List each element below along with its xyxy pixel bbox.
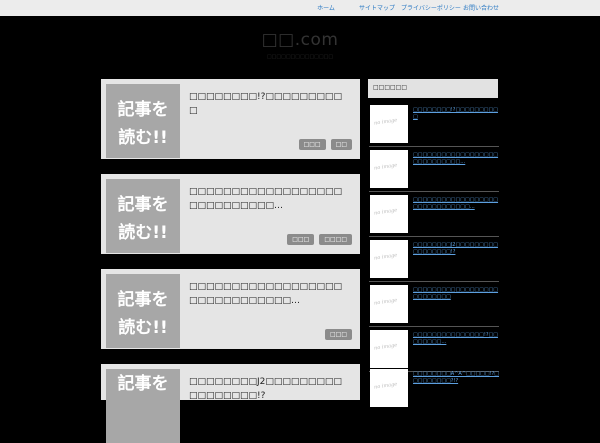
no-image-label: no image — [373, 117, 398, 127]
sidebar-heading-label: □□□□□□ — [373, 84, 408, 91]
sidebar-item-link[interactable]: □□□□□□□□□□□□□□□!?□□□□□□□□… — [413, 332, 499, 346]
sidebar-item[interactable]: no image □□□□□□□□J2□□□□□□□□□□□□□□□□□!? — [369, 237, 499, 282]
post-title[interactable]: □□□□□□□□□□□□□□□□□□□□□□□□□□□□… — [189, 185, 350, 213]
post-card[interactable]: 記事を 読む!! □□□□□□□□!?□□□□□□□□□□ □□□ □□ — [101, 79, 360, 159]
no-image-thumbnail[interactable]: no image — [370, 105, 408, 143]
post-title[interactable]: □□□□□□□□J2□□□□□□□□□□□□□□□□□!? — [189, 375, 350, 403]
tag-badge[interactable]: □□□□ — [319, 234, 352, 245]
post-card[interactable]: 記事を 読む!! □□□□□□□□□□□□□□□□□□□□□□□□□□□□… □… — [101, 174, 360, 254]
no-image-thumbnail[interactable]: no image — [370, 330, 408, 368]
nav-link-contact[interactable]: お問い合わせ — [463, 3, 499, 12]
thumbnail-text: 記事を — [117, 195, 169, 215]
sidebar-item[interactable]: no image □□□□□□□□□□□□□□□□□□□□□□□□□□□□… — [369, 147, 499, 192]
post-card[interactable]: 記事を □□□□□□□□J2□□□□□□□□□□□□□□□□□!? — [101, 364, 360, 443]
thumbnail-text: 読む!! — [118, 223, 168, 243]
tag-badge[interactable]: □□□ — [324, 329, 352, 340]
thumbnail-text: 記事を — [117, 374, 169, 394]
site-logo[interactable]: □□.com — [0, 30, 600, 50]
no-image-thumbnail[interactable]: no image — [370, 285, 408, 323]
no-image-thumbnail[interactable]: no image — [370, 150, 408, 188]
no-image-label: no image — [373, 162, 398, 172]
no-image-label: no image — [373, 381, 398, 391]
nav-link-sitemap[interactable]: サイトマップ — [359, 3, 395, 12]
sidebar-item-link[interactable]: □□□□□□□□A^A^□□□□□!?□□□□□□□□□?!? — [413, 371, 499, 385]
sidebar-item[interactable]: no image □□□□□□□□□□□□□□□□□□□□□□□□□□ — [369, 282, 499, 327]
sidebar-item-link[interactable]: □□□□□□□□□□□□□□□□□□□□□□□□□□□□□□… — [413, 197, 499, 211]
post-tags: □□□ — [324, 329, 352, 340]
sidebar-item-link[interactable]: □□□□□□□□J2□□□□□□□□□□□□□□□□□!? — [413, 242, 499, 256]
no-image-thumbnail[interactable]: no image — [370, 369, 408, 407]
no-image-label: no image — [373, 342, 398, 352]
sidebar-item[interactable]: no image □□□□□□□□A^A^□□□□□!?□□□□□□□□□?!? — [369, 366, 499, 407]
sidebar-item[interactable]: no image □□□□□□□□!?□□□□□□□□□□ — [369, 102, 499, 147]
thumbnail-text: 記事を — [117, 100, 169, 120]
read-more-thumbnail[interactable]: 記事を — [106, 369, 180, 443]
no-image-label: no image — [373, 207, 398, 217]
post-tags: □□□ □□ — [298, 139, 352, 150]
post-title[interactable]: □□□□□□□□!?□□□□□□□□□□ — [189, 90, 350, 118]
tag-badge[interactable]: □□ — [330, 139, 352, 150]
read-more-thumbnail[interactable]: 記事を 読む!! — [106, 274, 180, 348]
read-more-thumbnail[interactable]: 記事を 読む!! — [106, 179, 180, 253]
top-nav: ホーム サイトマップ プライバシーポリシー お問い合わせ — [0, 0, 600, 16]
nav-link-home[interactable]: ホーム — [317, 3, 335, 12]
no-image-thumbnail[interactable]: no image — [370, 195, 408, 233]
read-more-thumbnail[interactable]: 記事を 読む!! — [106, 84, 180, 158]
thumbnail-text: 読む!! — [118, 128, 168, 148]
post-tags: □□□ □□□□ — [287, 234, 352, 245]
sidebar-heading: □□□□□□ — [368, 79, 498, 98]
sidebar-item-link[interactable]: □□□□□□□□□□□□□□□□□□□□□□□□□□□□… — [413, 152, 499, 166]
no-image-label: no image — [373, 252, 398, 262]
sidebar-item-link[interactable]: □□□□□□□□!?□□□□□□□□□□ — [413, 107, 499, 121]
sidebar-item[interactable]: no image □□□□□□□□□□□□□□□□□□□□□□□□□□□□□□… — [369, 192, 499, 237]
site-tagline: □□□□□□□□□□□□□□ — [266, 54, 334, 60]
post-title[interactable]: □□□□□□□□□□□□□□□□□□□□□□□□□□□□□□… — [189, 280, 350, 308]
post-card[interactable]: 記事を 読む!! □□□□□□□□□□□□□□□□□□□□□□□□□□□□□□…… — [101, 269, 360, 349]
tag-badge[interactable]: □□□ — [287, 234, 315, 245]
thumbnail-text: 読む!! — [118, 318, 168, 338]
tag-badge[interactable]: □□□ — [298, 139, 326, 150]
nav-link-privacy[interactable]: プライバシーポリシー — [401, 3, 461, 12]
sidebar-item-link[interactable]: □□□□□□□□□□□□□□□□□□□□□□□□□□ — [413, 287, 499, 301]
no-image-label: no image — [373, 297, 398, 307]
thumbnail-text: 記事を — [117, 290, 169, 310]
no-image-thumbnail[interactable]: no image — [370, 240, 408, 278]
